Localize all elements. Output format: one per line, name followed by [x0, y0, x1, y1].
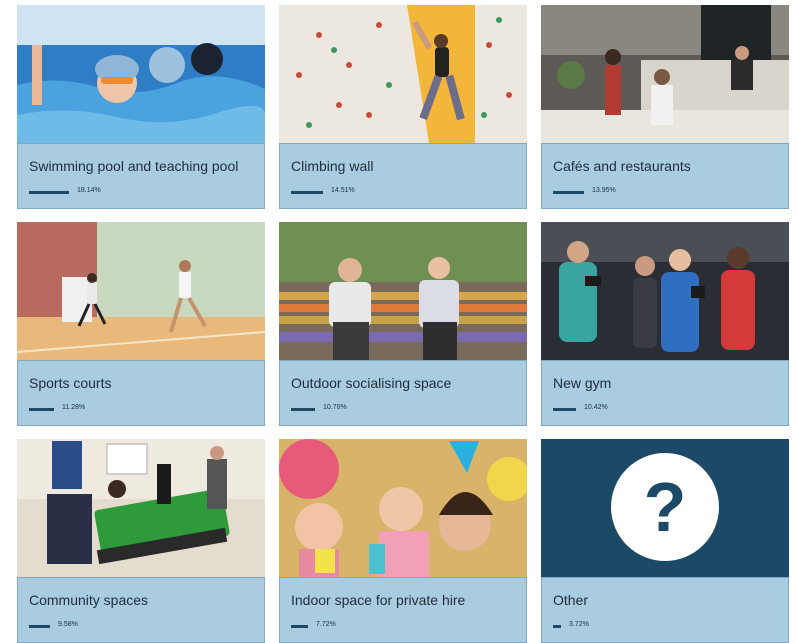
vote-share-bar — [29, 408, 149, 411]
option-label: New gym — [553, 375, 612, 391]
svg-text:?: ? — [644, 468, 687, 546]
option-card-cafe[interactable]: Cafés and restaurants 13.95% — [541, 5, 789, 209]
climbing-wall-photo — [279, 5, 527, 143]
swimming-pool-photo — [17, 5, 265, 143]
option-info: Swimming pool and teaching pool 18.14% — [17, 143, 265, 209]
option-label: Sports courts — [29, 375, 112, 391]
option-percentage: 18.14% — [77, 187, 101, 194]
option-percentage: 11.28% — [62, 404, 86, 411]
option-label: Outdoor socialising space — [291, 375, 452, 391]
option-info: Community spaces 9.58% — [17, 577, 265, 643]
option-card-outdoor[interactable]: Outdoor socialising space 10.70% — [279, 222, 527, 426]
option-info: Sports courts 11.28% — [17, 360, 265, 426]
option-card-community[interactable]: Community spaces 9.58% — [17, 439, 265, 643]
outdoor-space-photo — [279, 222, 527, 360]
vote-share-bar — [291, 625, 411, 628]
option-info: New gym 10.42% — [541, 360, 789, 426]
option-label: Other — [553, 592, 589, 608]
vote-share-bar — [291, 408, 411, 411]
option-card-sports-courts[interactable]: Sports courts 11.28% — [17, 222, 265, 426]
vote-share-bar — [553, 408, 673, 411]
option-info: Cafés and restaurants 13.95% — [541, 143, 789, 209]
sports-court-photo — [17, 222, 265, 360]
option-label: Indoor space for private hire — [291, 592, 466, 608]
option-card-other[interactable]: ? Other 3.72% — [541, 439, 789, 643]
option-info: Climbing wall 14.51% — [279, 143, 527, 209]
option-info: Other 3.72% — [541, 577, 789, 643]
option-percentage: 7.72% — [316, 621, 336, 628]
gym-photo — [541, 222, 789, 360]
option-info: Outdoor socialising space 10.70% — [279, 360, 527, 426]
options-grid: Swimming pool and teaching pool 18.14% C… — [0, 0, 797, 643]
option-card-climbing[interactable]: Climbing wall 14.51% — [279, 5, 527, 209]
option-percentage: 10.70% — [323, 404, 347, 411]
option-label: Swimming pool and teaching pool — [29, 158, 239, 174]
cafe-photo — [541, 5, 789, 143]
option-percentage: 14.51% — [331, 187, 355, 194]
option-percentage: 13.95% — [592, 187, 616, 194]
option-label: Community spaces — [29, 592, 149, 608]
option-percentage: 3.72% — [569, 621, 589, 628]
option-card-private-hire[interactable]: Indoor space for private hire 7.72% — [279, 439, 527, 643]
vote-share-bar — [29, 625, 149, 628]
option-card-gym[interactable]: New gym 10.42% — [541, 222, 789, 426]
option-info: Indoor space for private hire 7.72% — [279, 577, 527, 643]
option-percentage: 10.42% — [584, 404, 608, 411]
option-percentage: 9.58% — [58, 621, 78, 628]
option-label: Climbing wall — [291, 158, 374, 174]
party-photo — [279, 439, 527, 577]
option-label: Cafés and restaurants — [553, 158, 691, 174]
community-space-photo — [17, 439, 265, 577]
option-card-swimming[interactable]: Swimming pool and teaching pool 18.14% — [17, 5, 265, 209]
question-mark-icon: ? — [541, 439, 789, 577]
